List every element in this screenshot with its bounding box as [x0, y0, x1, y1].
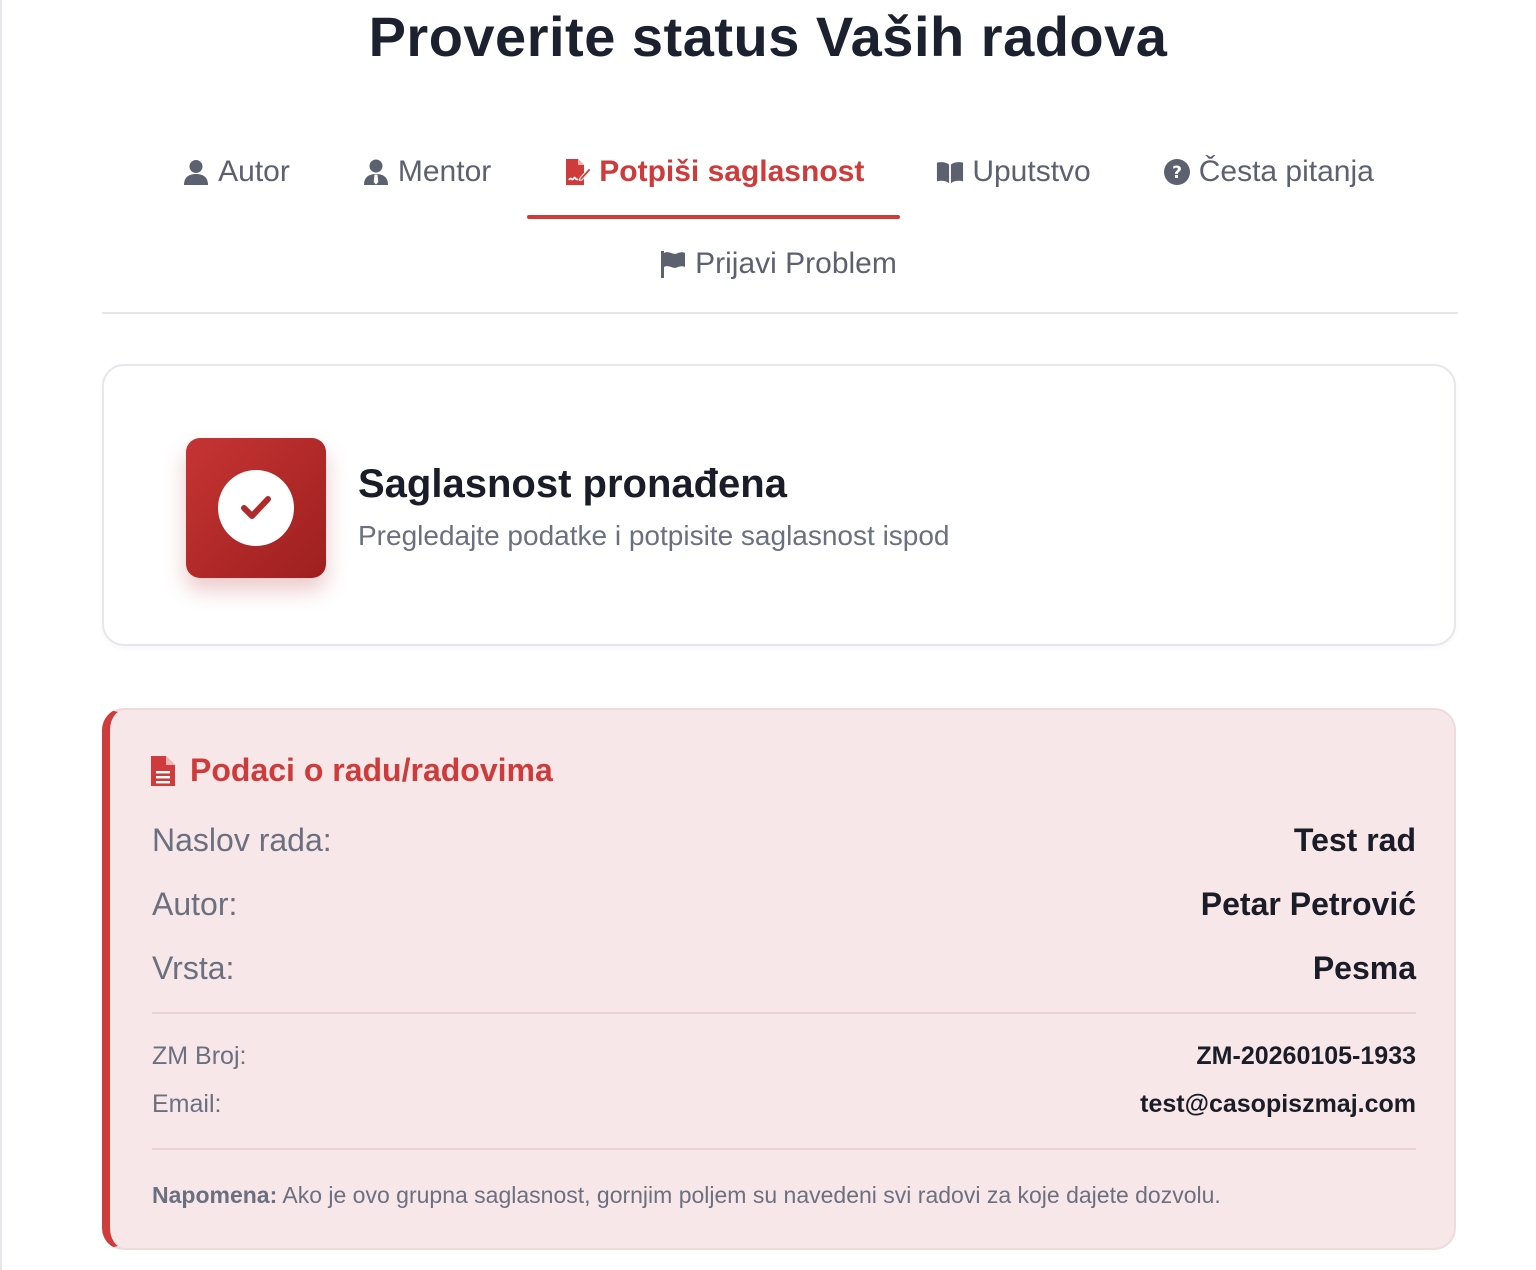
tab-autor[interactable]: Autor: [146, 150, 326, 194]
user-icon: [184, 160, 209, 185]
tab-prijavi-problem[interactable]: Prijavi Problem: [623, 242, 933, 286]
check-circle-icon: [218, 470, 294, 546]
row-autor: Autor: Petar Petrović: [152, 886, 1416, 923]
label-email: Email:: [152, 1090, 222, 1118]
work-info-heading: Podaci o radu/radovima: [190, 752, 553, 788]
value-autor: Petar Petrović: [1200, 886, 1416, 922]
value-zm-broj: ZM-20260105-1933: [1196, 1042, 1416, 1070]
tab-potpisi-saglasnost[interactable]: Potpiši saglasnost: [527, 150, 901, 219]
work-info-header: Podaci o radu/radovima: [150, 752, 553, 789]
status-badge: [186, 438, 326, 578]
status-title: Saglasnost pronađena: [358, 462, 787, 506]
file-signature-icon: [566, 159, 592, 185]
label-zm-broj: ZM Broj:: [152, 1042, 247, 1070]
label-vrsta: Vrsta:: [152, 950, 235, 986]
tab-label: Autor: [218, 155, 290, 188]
user-tie-icon: [363, 159, 388, 185]
value-naslov-rada: Test rad: [1293, 822, 1416, 858]
label-naslov-rada: Naslov rada:: [152, 822, 332, 858]
tab-bar: Autor Mentor Potpiši saglasnost Uputstvo…: [0, 150, 1536, 219]
question-circle-icon: ?: [1163, 159, 1190, 185]
tab-mentor[interactable]: Mentor: [326, 150, 527, 194]
book-open-icon: [937, 162, 964, 184]
row-naslov-rada: Naslov rada: Test rad: [152, 822, 1416, 859]
label-autor: Autor:: [152, 886, 238, 922]
nav-divider: [102, 312, 1458, 314]
tab-uputstvo[interactable]: Uputstvo: [900, 150, 1126, 194]
status-subtitle: Pregledajte podatke i potpisite saglasno…: [358, 520, 950, 551]
row-zm-broj: ZM Broj: ZM-20260105-1933: [152, 1042, 1416, 1071]
value-vrsta: Pesma: [1312, 950, 1416, 986]
svg-text:?: ?: [1172, 163, 1182, 183]
divider: [152, 1012, 1416, 1014]
note-label: Napomena:: [152, 1182, 278, 1208]
value-email: test@casopiszmaj.com: [1140, 1090, 1416, 1118]
status-card: Saglasnost pronađena Pregledajte podatke…: [102, 364, 1456, 646]
row-email: Email: test@casopiszmaj.com: [152, 1090, 1416, 1119]
tab-label: Česta pitanja: [1198, 155, 1374, 188]
note-text: Ako je ovo grupna saglasnost, gornjim po…: [277, 1182, 1221, 1208]
work-info-card: Podaci o radu/radovima Naslov rada: Test…: [102, 708, 1456, 1250]
tab-bar-second-row: Prijavi Problem: [0, 242, 1536, 286]
note: Napomena: Ako je ovo grupna saglasnost, …: [152, 1182, 1221, 1209]
page-title: Proverite status Vaših radova: [368, 5, 1168, 68]
divider: [152, 1148, 1416, 1150]
tab-label: Potpiši saglasnost: [599, 155, 865, 188]
tab-label: Prijavi Problem: [695, 247, 897, 280]
file-text-icon: [151, 755, 175, 786]
flag-icon: [661, 251, 686, 278]
tab-label: Uputstvo: [972, 155, 1091, 188]
tab-cesta-pitanja[interactable]: ? Česta pitanja: [1127, 150, 1410, 194]
row-vrsta: Vrsta: Pesma: [152, 950, 1416, 987]
tab-label: Mentor: [397, 155, 492, 188]
